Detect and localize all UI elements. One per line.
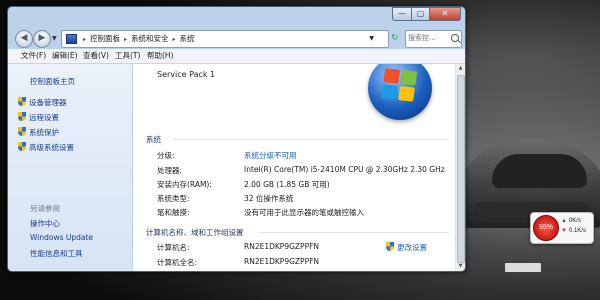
system-row-rating: 分级: 系统分级不可用 (157, 150, 297, 161)
address-dropdown-icon[interactable]: ▼ (369, 31, 374, 47)
download-arrow-icon: ▼ (561, 228, 567, 234)
menu-view[interactable]: 查看(V) (83, 49, 109, 63)
system-window: — ▢ ✕ ◀ ▶ ▼ ▸ 控制面板 ▸ 系统和安全 ▸ 系统 ▼ ↻ 文件(F) 编辑(… (7, 6, 466, 272)
search-icon[interactable] (451, 34, 459, 42)
window-controls: — ▢ ✕ (392, 7, 461, 21)
rating-link[interactable]: 系统分级不可用 (244, 150, 297, 161)
sidebar-item-remote-settings[interactable]: 远程设置 (18, 112, 59, 123)
control-panel-icon (66, 34, 77, 44)
sidebar-item-device-manager[interactable]: 设备管理器 (18, 97, 67, 108)
close-button[interactable]: ✕ (430, 7, 461, 21)
network-meter-gadget[interactable]: 95% ▲ 0K/s ▼ 0.1K/s (530, 212, 594, 244)
forward-button[interactable]: ▶ (33, 30, 51, 48)
computer-section-title: 计算机名称、域和工作组设置 (146, 228, 244, 237)
sidebar-item-advanced-settings[interactable]: 高级系统设置 (18, 142, 74, 153)
search-input[interactable] (406, 31, 450, 45)
row-label: 安装内存(RAM): (157, 180, 212, 189)
scroll-down-icon[interactable]: ▼ (456, 262, 465, 271)
main-content: Service Pack 1 系统 分级: 系统分级不可用 处理器: Intel(R… (133, 64, 465, 271)
row-label: 计算机全名: (157, 258, 198, 267)
computer-row-full-name: 计算机全名: RN2E1DKP9GZPPFN (157, 257, 319, 268)
shield-icon (18, 112, 26, 121)
upload-speed-value: 0K/s (568, 218, 581, 224)
download-speed-value: 0.1K/s (568, 228, 586, 234)
sidebar-item-label: 设备管理器 (29, 98, 67, 107)
upload-speed: ▲ 0K/s (561, 218, 581, 224)
vertical-scrollbar[interactable]: ▲ ▼ (455, 64, 465, 271)
row-value: 32 位操作系统 (244, 194, 294, 203)
system-row-pen-touch: 笔和触摸: 没有可用于此显示器的笔或触控输入 (157, 207, 364, 218)
windows-logo-icon (368, 64, 432, 120)
shield-icon (18, 97, 26, 106)
sidebar-item-system-protection[interactable]: 系统保护 (18, 127, 59, 138)
scroll-up-icon[interactable]: ▲ (456, 64, 465, 73)
system-row-type: 系统类型: 32 位操作系统 (157, 193, 293, 204)
menu-bar: 文件(F) 编辑(E) 查看(V) 工具(T) 帮助(H) (8, 49, 465, 64)
wallpaper-car-plate (505, 263, 541, 272)
row-value: RN2E1DKP9GZPPFN (244, 257, 320, 266)
row-value: RN2E1DKP9GZPPFN (244, 242, 320, 251)
menu-edit[interactable]: 编辑(E) (52, 49, 78, 63)
breadcrumb-system[interactable]: 系统 (180, 34, 195, 43)
sidebar-link-windows-update[interactable]: Windows Update (30, 233, 93, 242)
service-pack-text: Service Pack 1 (157, 70, 216, 79)
sidebar-item-label: 远程设置 (29, 113, 59, 122)
computer-row-name: 计算机名: RN2E1DKP9GZPPFN (157, 242, 319, 253)
menu-tools[interactable]: 工具(T) (115, 49, 140, 63)
scrollbar-thumb[interactable] (457, 75, 465, 263)
section-divider (259, 232, 449, 233)
address-bar[interactable]: ▸ 控制面板 ▸ 系统和安全 ▸ 系统 ▼ (61, 30, 389, 48)
back-button[interactable]: ◀ (15, 30, 33, 48)
system-row-processor: 处理器: Intel(R) Core(TM) i5-2410M CPU @ 2.3… (157, 165, 445, 176)
breadcrumb: ▸ 控制面板 ▸ 系统和安全 ▸ 系统 (66, 31, 195, 47)
change-settings-label: 更改设置 (397, 243, 427, 252)
sidebar-home-link[interactable]: 控制面板主页 (30, 76, 75, 87)
refresh-icon[interactable]: ↻ (391, 31, 403, 45)
minimize-button[interactable]: — (392, 7, 412, 21)
system-section-title: 系统 (146, 135, 161, 144)
row-value: Intel(R) Core(TM) i5-2410M CPU @ 2.30GHz… (244, 165, 445, 174)
section-divider (173, 139, 449, 140)
shield-icon (18, 142, 26, 151)
row-value: 2.00 GB (1.85 GB 可用) (244, 180, 330, 189)
windows-flag-icon (381, 68, 419, 104)
recent-pages-dropdown-icon[interactable]: ▼ (52, 35, 57, 42)
cpu-gauge: 95% (533, 215, 559, 241)
shield-icon (386, 242, 394, 251)
row-value: 没有可用于此显示器的笔或触控输入 (244, 208, 364, 217)
row-label: 系统类型: (157, 194, 190, 203)
sidebar-link-action-center[interactable]: 操作中心 (30, 218, 60, 229)
title-bar[interactable]: — ▢ ✕ (8, 7, 465, 27)
maximize-button[interactable]: ▢ (412, 7, 430, 21)
row-label: 计算机名: (157, 243, 190, 252)
menu-file[interactable]: 文件(F) (21, 49, 46, 63)
row-label: 处理器: (157, 166, 183, 175)
see-also-heading: 另请参阅 (30, 204, 60, 213)
sidebar-link-performance-tools[interactable]: 性能信息和工具 (30, 248, 83, 259)
menu-help[interactable]: 帮助(H) (147, 49, 174, 63)
breadcrumb-control-panel[interactable]: 控制面板 (90, 34, 120, 43)
breadcrumb-separator-icon[interactable]: ▸ (173, 36, 176, 43)
breadcrumb-system-security[interactable]: 系统和安全 (131, 34, 169, 43)
row-label: 笔和触摸: (157, 208, 190, 217)
breadcrumb-separator-icon[interactable]: ▸ (83, 36, 86, 43)
breadcrumb-separator-icon[interactable]: ▸ (124, 36, 127, 43)
upload-arrow-icon: ▲ (561, 218, 567, 224)
address-row: ◀ ▶ ▼ ▸ 控制面板 ▸ 系统和安全 ▸ 系统 ▼ ↻ (8, 27, 465, 49)
sidebar-item-label: 系统保护 (29, 128, 59, 137)
sidebar: 控制面板主页 设备管理器 远程设置 系统保护 高级系统设置 另请参阅 操作中心 … (8, 64, 132, 271)
search-box[interactable] (405, 30, 462, 48)
row-label: 分级: (157, 151, 175, 160)
system-row-ram: 安装内存(RAM): 2.00 GB (1.85 GB 可用) (157, 179, 330, 190)
shield-icon (18, 127, 26, 136)
change-settings-link[interactable]: 更改设置 (386, 242, 427, 253)
sidebar-item-label: 高级系统设置 (29, 143, 74, 152)
download-speed: ▼ 0.1K/s (561, 228, 586, 234)
